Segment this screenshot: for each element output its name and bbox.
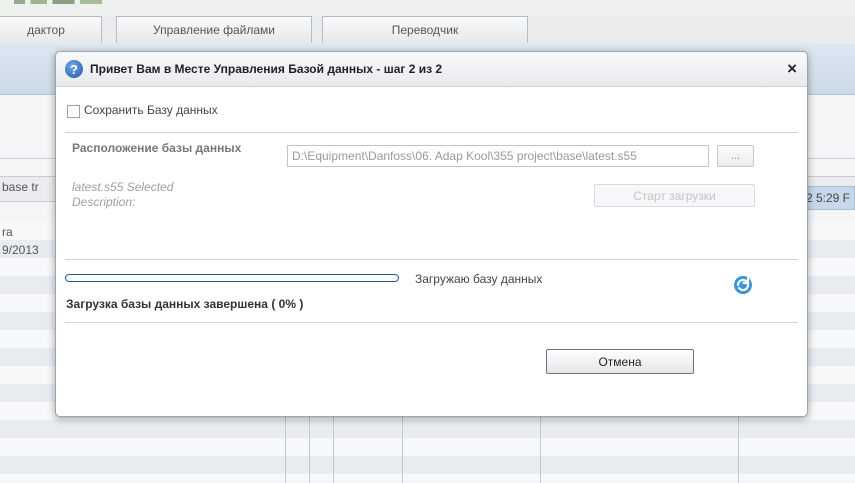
dialog-title: Привет Вам в Месте Управления Базой данн… [90, 62, 443, 76]
divider [65, 322, 798, 323]
location-label: Расположение базы данных [72, 141, 242, 155]
completion-status: Загрузка базы данных завершена ( 0% ) [66, 297, 304, 311]
tab-bar: дактор Управление файлами Переводчик [0, 16, 855, 45]
save-database-label[interactable]: Сохранить Базу данных [84, 103, 218, 117]
refresh-icon[interactable] [732, 274, 754, 296]
selected-file-info: latest.s55 Selected Description: [72, 180, 173, 210]
dialog-title-bar: ? Привет Вам в Месте Управления Базой да… [56, 52, 807, 87]
bg-column-label: base tr [2, 180, 39, 194]
cancel-button[interactable]: Отмена [546, 349, 694, 374]
database-wizard-dialog: ? Привет Вам в Месте Управления Базой да… [55, 51, 808, 417]
description-text: Description: [72, 195, 136, 209]
bg-row-date: 9/2013 [2, 243, 39, 257]
progress-status: Загружаю базу данных [415, 272, 543, 286]
divider [65, 132, 798, 133]
bg-row-label: ra [2, 225, 13, 239]
top-strip [0, 0, 855, 16]
tab-editor[interactable]: дактор [0, 16, 102, 43]
tab-translator[interactable]: Переводчик [322, 16, 528, 43]
browse-button[interactable]: ... [717, 145, 754, 167]
header-graphic [14, 0, 124, 4]
tab-file-management[interactable]: Управление файлами [116, 16, 312, 43]
help-icon[interactable]: ? [65, 60, 83, 78]
close-icon[interactable]: × [787, 59, 797, 79]
divider [65, 259, 798, 260]
start-loading-button[interactable]: Старт загрузки [594, 184, 755, 207]
selected-file-text: latest.s55 Selected [72, 180, 174, 194]
save-database-checkbox[interactable] [67, 105, 80, 118]
progress-bar [65, 274, 399, 282]
database-path-input[interactable]: D:\Equipment\Danfoss\06. Adap Kool\355 p… [287, 145, 709, 167]
